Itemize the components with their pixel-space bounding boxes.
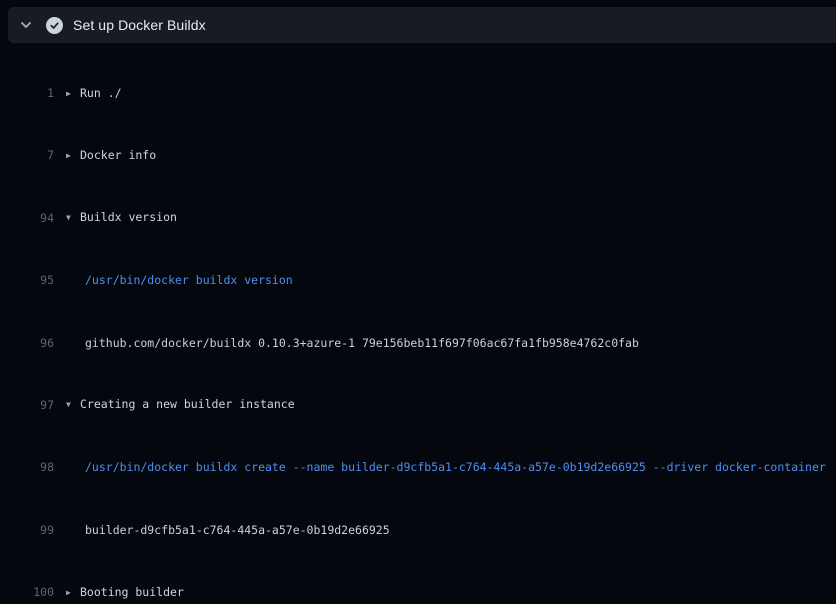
line-number: 99 xyxy=(0,520,54,540)
log-row[interactable]: 97 ▼Creating a new builder instance xyxy=(0,395,836,415)
triangle-down-icon: ▼ xyxy=(66,208,80,228)
triangle-down-icon: ▼ xyxy=(66,395,80,415)
step-header[interactable]: Set up Docker Buildx xyxy=(8,7,836,43)
line-number: 98 xyxy=(0,457,54,477)
log-row: 96 github.com/docker/buildx 0.10.3+azure… xyxy=(0,333,836,353)
step-success-check-icon xyxy=(46,17,63,34)
line-number: 97 xyxy=(0,395,54,415)
triangle-right-icon: ▶ xyxy=(66,146,80,166)
log-text: ▼Buildx version xyxy=(66,207,177,228)
line-number: 100 xyxy=(0,582,54,602)
line-number: 95 xyxy=(0,270,54,290)
log-group-label: Buildx version xyxy=(80,210,177,224)
line-number: 7 xyxy=(0,145,54,165)
line-number: 94 xyxy=(0,208,54,228)
line-number: 1 xyxy=(0,83,54,103)
triangle-right-icon: ▶ xyxy=(66,583,80,603)
triangle-right-icon: ▶ xyxy=(66,84,80,104)
log-group-label: Booting builder xyxy=(80,585,184,599)
log-row: 98 /usr/bin/docker buildx create --name … xyxy=(0,457,836,477)
log-row[interactable]: 1 ▶Run ./ xyxy=(0,83,836,103)
log-row[interactable]: 7 ▶Docker info xyxy=(0,145,836,165)
log-text: ▶Run ./ xyxy=(66,83,122,104)
chevron-down-icon[interactable] xyxy=(15,14,37,36)
log-row: 99 builder-d9cfb5a1-c764-445a-a57e-0b19d… xyxy=(0,520,836,540)
log-text: /usr/bin/docker buildx create --name bui… xyxy=(66,457,826,477)
log-group-label: Run ./ xyxy=(80,86,122,100)
log-text: ▶Booting builder xyxy=(66,582,184,603)
log-text: builder-d9cfb5a1-c764-445a-a57e-0b19d2e6… xyxy=(66,520,390,540)
log-group-label: Docker info xyxy=(80,148,156,162)
log-text: ▶Docker info xyxy=(66,145,156,166)
log-row[interactable]: 94 ▼Buildx version xyxy=(0,208,836,228)
log-lines: 1 ▶Run ./ 7 ▶Docker info 94 ▼Buildx vers… xyxy=(0,43,836,604)
log-row[interactable]: 100 ▶Booting builder xyxy=(0,582,836,602)
log-group-label: Creating a new builder instance xyxy=(80,397,295,411)
step-title: Set up Docker Buildx xyxy=(73,17,206,33)
log-row: 95 /usr/bin/docker buildx version xyxy=(0,270,836,290)
log-text: ▼Creating a new builder instance xyxy=(66,394,295,415)
line-number: 96 xyxy=(0,333,54,353)
actions-log-viewer: Set up Docker Buildx 1 ▶Run ./ 7 ▶Docker… xyxy=(0,7,836,604)
log-text: github.com/docker/buildx 0.10.3+azure-1 … xyxy=(66,333,639,353)
log-text: /usr/bin/docker buildx version xyxy=(66,270,293,290)
